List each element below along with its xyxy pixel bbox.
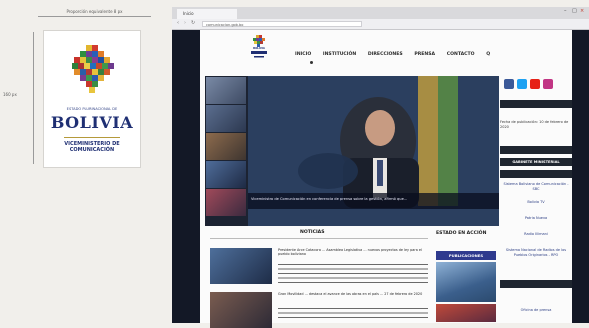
sidebar-header-4 [500,280,572,288]
logo-card: ESTADO PLURINACIONAL DE BOLIVIA VICEMINI… [43,30,141,168]
back-icon[interactable]: ‹ [177,20,179,26]
height-dimension-line [33,32,34,164]
publication-cover[interactable] [436,304,496,322]
right-dark-margin [572,30,589,323]
logo-vice-text: VICEMINISTERIO DE COMUNICACIÓN [44,141,140,153]
left-dark-margin [172,30,200,323]
sidebar-header-3 [500,170,572,178]
sidebar-link-bolivia-tv[interactable]: Bolivia TV [500,200,572,205]
search-icon[interactable]: Q [486,52,490,57]
nav-item-contacto[interactable]: CONTACTO [447,52,475,57]
news-excerpt [278,262,428,284]
browser-tab-bar: Inicio – □ × [172,7,589,19]
web-page: BOLIVIA INICIO INSTITUCIÓN DIRECCIONES P… [200,30,572,328]
nav-item-prensa[interactable]: PRENSA [414,52,435,57]
logo-divider [64,137,120,138]
facebook-icon[interactable] [504,79,514,89]
youtube-icon[interactable] [530,79,540,89]
browser-tab[interactable]: Inicio [177,9,237,19]
reload-icon[interactable]: ↻ [191,20,195,26]
nav-item-direcciones[interactable]: DIRECCIONES [368,52,403,57]
logo-state-text: ESTADO PLURINACIONAL DE [66,107,118,111]
hero-thumbnail[interactable] [206,133,246,160]
publications-header[interactable]: PUBLICACIONES [436,251,496,260]
height-dimension-label: 160 px [3,92,17,97]
state-action-title: ESTADO EN ACCIÓN [436,231,487,236]
hero-thumbnail[interactable] [206,161,246,188]
bolivia-mosaic-logo-icon [72,45,114,93]
twitter-icon[interactable] [517,79,527,89]
width-dimension-label: Proporción equivalente 8 px [66,9,123,14]
maximize-icon[interactable]: □ [572,8,577,14]
sidebar-link-sbc[interactable]: Sistema Boliviano de Comunicación - SBC [500,182,572,192]
news-headline[interactable]: Presidente Arce Catacora ... Asamblea Le… [278,248,428,257]
site-logo-caption: BOLIVIA [253,47,265,50]
browser-toolbar: ‹ › ↻ comunicacion.gob.bo [172,19,589,30]
forward-icon[interactable]: › [184,20,186,26]
sidebar-link-rpo[interactable]: Sistema Nacional de Radios de los Pueblo… [500,248,572,258]
hero-thumbnail[interactable] [206,105,246,132]
logo-country-text: BOLIVIA [50,113,134,132]
hero-caption[interactable]: Viceministro de Comunicación en conferen… [251,197,461,202]
sidebar-header-1 [500,100,572,108]
hero-thumbnail[interactable] [206,189,246,216]
hero-carousel: Viceministro de Comunicación en conferen… [205,76,499,226]
publication-cover[interactable] [436,262,496,302]
sidebar-date: Fecha de publicación: 10 de febrero de 2… [500,120,569,129]
sidebar-link-prensa[interactable]: Oficina de prensa [500,308,572,313]
news-headline[interactable]: Gran Movilidad ... destaca el avance de … [278,292,428,296]
sidebar-link-patria-nueva[interactable]: Patria Nueva [500,216,572,221]
instagram-icon[interactable] [543,79,553,89]
sidebar-gabinete[interactable]: GABINETE MINISTERIAL [500,158,572,166]
logo-vice-line-2: COMUNICACIÓN [69,147,115,153]
news-image[interactable] [210,248,272,284]
browser-window: Inicio – □ × ‹ › ↻ comunicacion.gob.bo B… [172,7,589,328]
hero-thumbnails [205,76,247,226]
main-nav: INICIO INSTITUCIÓN DIRECCIONES PRENSA CO… [295,52,500,57]
close-icon[interactable]: × [580,8,584,14]
news-excerpt [278,306,428,320]
nav-item-inicio[interactable]: INICIO [295,52,311,57]
sidebar-link-radio-illimani[interactable]: Radio Illimani [500,232,572,237]
news-divider [210,238,428,239]
nav-active-indicator [310,61,313,64]
minimize-icon[interactable]: – [564,8,567,14]
news-section-title: NOTICIAS [300,230,325,235]
sidebar-header-2 [500,146,572,154]
width-dimension-line [38,16,151,17]
nav-item-institucion[interactable]: INSTITUCIÓN [323,52,356,57]
address-bar[interactable]: comunicacion.gob.bo [202,21,362,27]
hero-thumbnail[interactable] [206,77,246,104]
